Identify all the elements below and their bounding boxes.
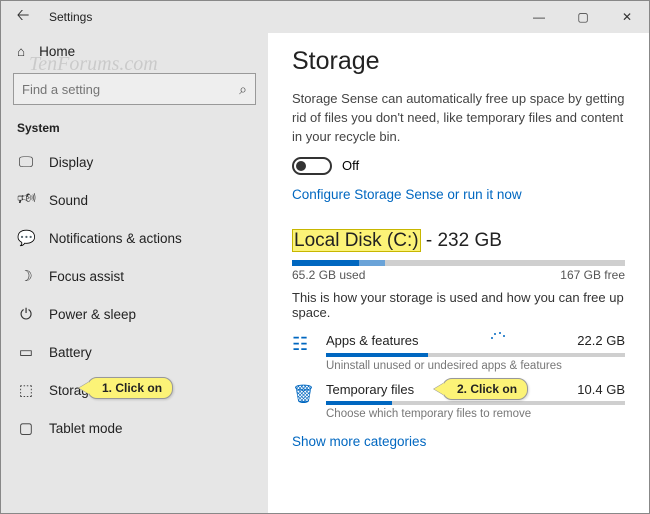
annotation-callout-2: 2. Click on xyxy=(442,378,528,400)
toggle-state-label: Off xyxy=(342,158,359,173)
sidebar: ⌂ Home ⌕ System 🖵 Display 🕬 Sound 💬 Noti… xyxy=(1,33,268,513)
sound-icon: 🕬 xyxy=(17,188,35,213)
storage-sense-description: Storage Sense can automatically free up … xyxy=(292,90,625,147)
home-icon: ⌂ xyxy=(17,44,25,59)
focus-assist-icon: ☽ xyxy=(17,267,35,285)
disk-free-label: 167 GB free xyxy=(560,268,625,282)
display-icon: 🖵 xyxy=(17,154,35,171)
show-more-categories-link[interactable]: Show more categories xyxy=(292,434,426,449)
close-button[interactable]: ✕ xyxy=(605,1,649,33)
tablet-icon: ▢ xyxy=(17,419,35,437)
back-button[interactable]: 🡠 xyxy=(1,4,45,31)
home-label: Home xyxy=(39,44,75,59)
category-bar xyxy=(326,401,625,405)
disk-total: 232 GB xyxy=(437,230,501,251)
storage-icon: ⬚ xyxy=(17,381,35,399)
sidebar-item-label: Focus assist xyxy=(49,269,124,284)
disk-name-highlight: Local Disk (C:) xyxy=(292,229,421,252)
disk-used-label: 65.2 GB used xyxy=(292,268,365,282)
power-icon: ⏻ xyxy=(17,306,35,323)
sidebar-item-label: Display xyxy=(49,155,93,170)
sidebar-item-label: Power & sleep xyxy=(49,307,136,322)
category-bar xyxy=(326,353,625,357)
sidebar-item-label: Battery xyxy=(49,345,92,360)
category-temporary-files[interactable]: 🗑 Temporary files 10.4 GB Choose which t… xyxy=(292,382,625,420)
window-title: Settings xyxy=(45,10,517,24)
sidebar-item-label: Notifications & actions xyxy=(49,231,182,246)
storage-sense-toggle[interactable] xyxy=(292,157,332,175)
apps-icon: ☷ xyxy=(292,334,314,355)
category-size: 22.2 GB xyxy=(577,333,625,348)
sidebar-item-notifications[interactable]: 💬 Notifications & actions xyxy=(1,219,268,257)
category-apps-features[interactable]: ☷ Apps & features 22.2 GB Uninstall unus… xyxy=(292,332,625,372)
disk-usage-bar xyxy=(292,260,625,266)
page-title: Storage xyxy=(292,47,625,76)
battery-icon: ▭ xyxy=(17,343,35,361)
category-label: Temporary files xyxy=(326,382,414,397)
search-icon: ⌕ xyxy=(239,81,247,98)
sidebar-item-battery[interactable]: ▭ Battery xyxy=(1,333,268,371)
category-hint: Uninstall unused or undesired apps & fea… xyxy=(326,360,625,372)
notifications-icon: 💬 xyxy=(17,229,35,247)
window-controls: — ▢ ✕ xyxy=(517,1,649,33)
breakdown-description: This is how your storage is used and how… xyxy=(292,290,625,320)
sidebar-item-sound[interactable]: 🕬 Sound xyxy=(1,181,268,219)
main-panel: Storage Storage Sense can automatically … xyxy=(268,33,649,513)
section-heading: System xyxy=(1,115,268,143)
configure-storage-sense-link[interactable]: Configure Storage Sense or run it now xyxy=(292,187,522,202)
search-field[interactable] xyxy=(22,82,239,97)
annotation-callout-1: 1. Click on xyxy=(87,377,173,399)
sidebar-item-storage[interactable]: ⬚ Storage 1. Click on xyxy=(1,371,268,409)
sidebar-item-power-sleep[interactable]: ⏻ Power & sleep xyxy=(1,295,268,333)
disk-heading: Local Disk (C:) - 232 GB xyxy=(292,230,625,252)
category-label: Apps & features xyxy=(326,333,419,348)
maximize-button[interactable]: ▢ xyxy=(561,1,605,33)
sidebar-item-home[interactable]: ⌂ Home xyxy=(1,33,268,69)
sidebar-item-label: Tablet mode xyxy=(49,421,123,436)
category-size: 10.4 GB xyxy=(577,382,625,397)
loading-spinner-icon xyxy=(491,332,505,346)
category-hint: Choose which temporary files to remove xyxy=(326,408,625,420)
sidebar-item-tablet-mode[interactable]: ▢ Tablet mode xyxy=(1,409,268,447)
sidebar-item-display[interactable]: 🖵 Display xyxy=(1,143,268,181)
trash-icon: 🗑 xyxy=(292,384,314,405)
minimize-button[interactable]: — xyxy=(517,1,561,33)
sidebar-item-focus-assist[interactable]: ☽ Focus assist xyxy=(1,257,268,295)
search-input[interactable]: ⌕ xyxy=(13,73,256,105)
sidebar-item-label: Sound xyxy=(49,193,88,208)
disk-usage-labels: 65.2 GB used 167 GB free xyxy=(292,268,625,282)
title-bar: 🡠 Settings — ▢ ✕ xyxy=(1,1,649,33)
